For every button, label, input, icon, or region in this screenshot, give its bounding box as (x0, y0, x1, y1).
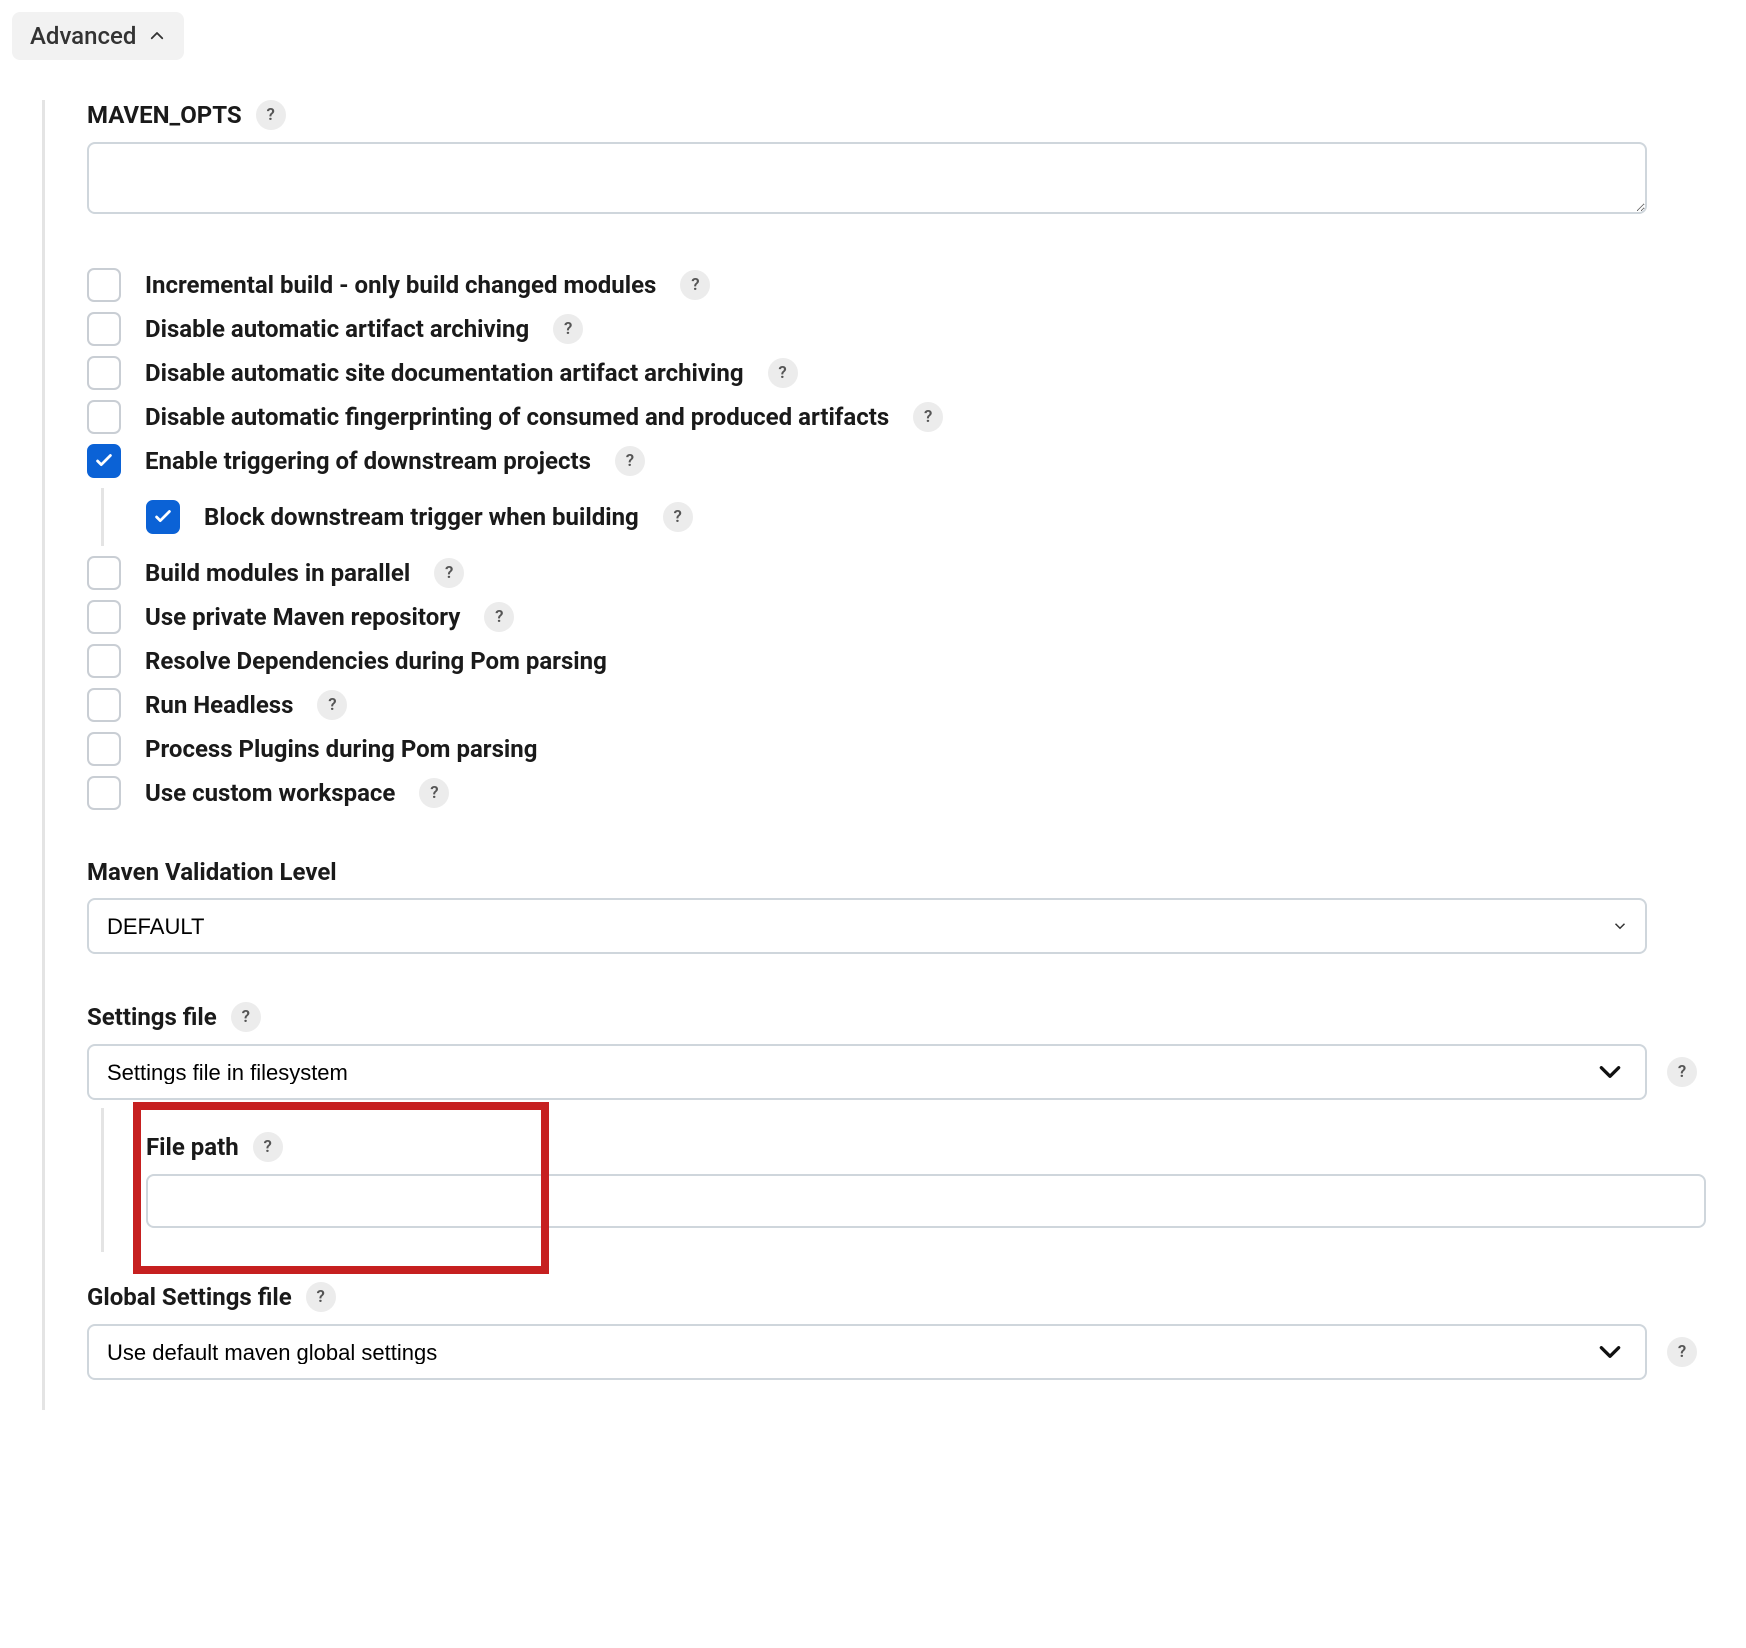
help-icon[interactable]: ? (663, 502, 693, 532)
help-icon[interactable]: ? (913, 402, 943, 432)
block-downstream-label: Block downstream trigger when building (204, 503, 639, 531)
enable-downstream-label: Enable triggering of downstream projects (145, 447, 591, 475)
disable-site-archiving-label: Disable automatic site documentation art… (145, 359, 744, 387)
validation-label: Maven Validation Level (87, 858, 337, 886)
help-icon[interactable]: ? (231, 1002, 261, 1032)
resolve-deps-checkbox[interactable] (87, 644, 121, 678)
incremental-checkbox[interactable] (87, 268, 121, 302)
parallel-checkbox[interactable] (87, 556, 121, 590)
maven-opts-label: MAVEN_OPTS (87, 101, 242, 129)
help-icon[interactable]: ? (317, 690, 347, 720)
help-icon[interactable]: ? (615, 446, 645, 476)
private-repo-label: Use private Maven repository (145, 603, 460, 631)
help-icon[interactable]: ? (434, 558, 464, 588)
help-icon[interactable]: ? (768, 358, 798, 388)
file-path-input[interactable] (146, 1174, 1706, 1228)
validation-select[interactable]: DEFAULT (87, 898, 1647, 954)
help-icon[interactable]: ? (256, 100, 286, 130)
disable-fingerprint-checkbox[interactable] (87, 400, 121, 434)
help-icon[interactable]: ? (1667, 1337, 1697, 1367)
chevron-up-icon (148, 27, 166, 45)
headless-checkbox[interactable] (87, 688, 121, 722)
help-icon[interactable]: ? (1667, 1057, 1697, 1087)
file-path-label: File path (146, 1133, 239, 1161)
global-settings-select[interactable]: Use default maven global settings (87, 1324, 1647, 1380)
maven-opts-input[interactable] (87, 142, 1647, 214)
help-icon[interactable]: ? (680, 270, 710, 300)
disable-archiving-checkbox[interactable] (87, 312, 121, 346)
block-downstream-checkbox[interactable] (146, 500, 180, 534)
custom-ws-checkbox[interactable] (87, 776, 121, 810)
advanced-label: Advanced (30, 22, 136, 50)
advanced-toggle[interactable]: Advanced (12, 12, 184, 60)
private-repo-checkbox[interactable] (87, 600, 121, 634)
headless-label: Run Headless (145, 691, 293, 719)
enable-downstream-checkbox[interactable] (87, 444, 121, 478)
disable-fingerprint-label: Disable automatic fingerprinting of cons… (145, 403, 889, 431)
settings-file-select[interactable]: Settings file in filesystem (87, 1044, 1647, 1100)
global-settings-label: Global Settings file (87, 1283, 292, 1311)
help-icon[interactable]: ? (253, 1132, 283, 1162)
settings-file-label: Settings file (87, 1003, 217, 1031)
disable-site-archiving-checkbox[interactable] (87, 356, 121, 390)
help-icon[interactable]: ? (553, 314, 583, 344)
help-icon[interactable]: ? (484, 602, 514, 632)
help-icon[interactable]: ? (306, 1282, 336, 1312)
help-icon[interactable]: ? (419, 778, 449, 808)
parallel-label: Build modules in parallel (145, 559, 410, 587)
process-plugins-checkbox[interactable] (87, 732, 121, 766)
advanced-content: MAVEN_OPTS ? Incremental build - only bu… (42, 100, 1706, 1410)
resolve-deps-label: Resolve Dependencies during Pom parsing (145, 647, 607, 675)
incremental-label: Incremental build - only build changed m… (145, 271, 656, 299)
custom-ws-label: Use custom workspace (145, 779, 395, 807)
disable-archiving-label: Disable automatic artifact archiving (145, 315, 529, 343)
process-plugins-label: Process Plugins during Pom parsing (145, 735, 537, 763)
